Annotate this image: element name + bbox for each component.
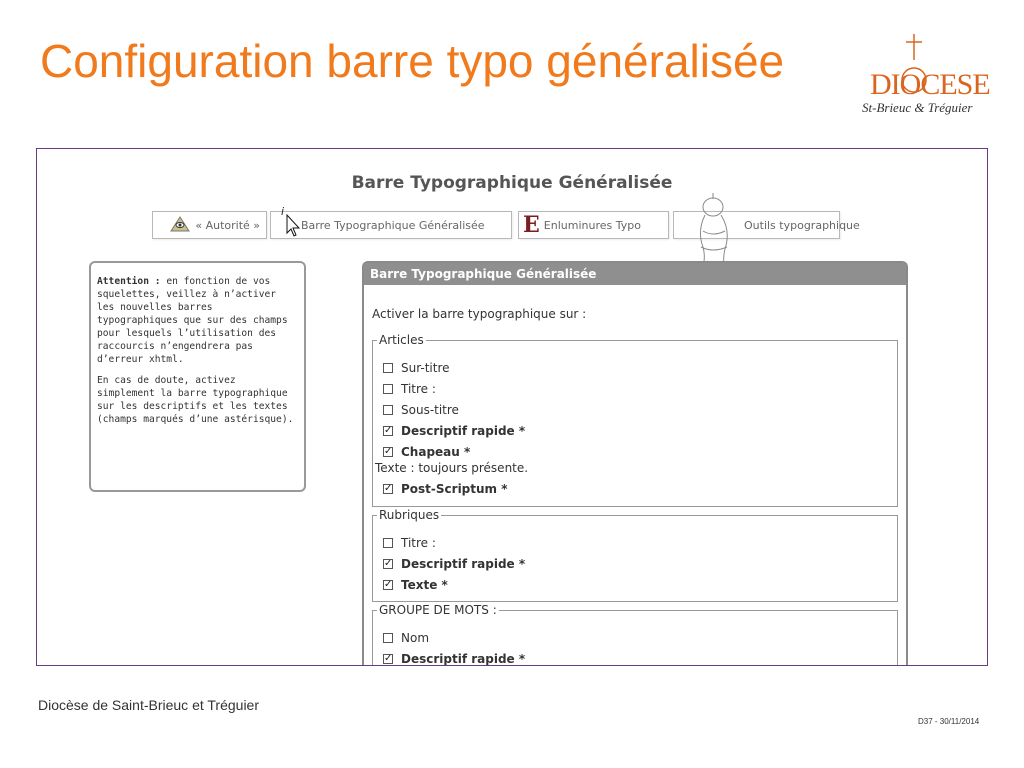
fieldset-legend: GROUPE DE MOTS : xyxy=(379,603,497,617)
note-paragraph: Attention : en fonction de vos squelette… xyxy=(97,275,296,366)
note-paragraph: En cas de doute, activez simplement la b… xyxy=(97,375,294,425)
checkbox-checked[interactable]: ✓ xyxy=(383,654,393,664)
panel-header: Barre Typographique Généralisée xyxy=(364,263,906,285)
note-text: en fonction de vos squelettes, veillez à… xyxy=(97,276,288,365)
checkbox-checked[interactable]: ✓ xyxy=(383,580,393,590)
checkbox-articles-post-scriptum[interactable]: ✓ Post-Scriptum * xyxy=(383,482,508,496)
checkbox-rubriques-descriptif[interactable]: ✓ Descriptif rapide * xyxy=(383,557,525,571)
tab-barre-typo[interactable]: Barre Typographique Généralisée xyxy=(270,211,512,239)
tab-label: Barre Typographique Généralisée xyxy=(301,218,485,232)
checkbox-groupe-nom[interactable]: Nom xyxy=(383,631,429,645)
svg-text:i: i xyxy=(281,205,284,218)
fieldset-rubriques: Rubriques Titre : ✓ Descriptif rapide * ✓… xyxy=(372,508,898,602)
checkbox-articles-descriptif[interactable]: ✓ Descriptif rapide * xyxy=(383,424,525,438)
logo-text: DIOCESE xyxy=(870,68,991,101)
checkbox-articles-titre[interactable]: Titre : xyxy=(383,382,436,396)
screenshot-frame: Barre Typographique Généralisée « Autori… xyxy=(36,148,988,666)
fieldset-groupe-de-mots: GROUPE DE MOTS : Nom ✓ Descriptif rapide … xyxy=(372,603,898,665)
checkbox-checked[interactable]: ✓ xyxy=(383,559,393,569)
footer-diocese: Diocèse de Saint-Brieuc et Tréguier xyxy=(38,697,259,713)
diocese-logo: DIOCESE St-Brieuc & Tréguier xyxy=(862,30,1012,126)
fieldset-legend: Articles xyxy=(379,333,424,347)
fieldset-articles: Articles Sur-titre Titre : Sous-titre ✓ D… xyxy=(372,333,898,507)
logo-subtext: St-Brieuc & Tréguier xyxy=(862,100,973,115)
eye-pyramid-icon xyxy=(169,215,191,236)
slide-title: Configuration barre typo généralisée xyxy=(40,35,785,87)
page-heading: Barre Typographique Généralisée xyxy=(351,173,673,193)
illuminated-e-icon: E xyxy=(523,212,540,238)
mouse-cursor-icon: i xyxy=(281,205,301,237)
tab-enluminures[interactable]: E Enluminures Typo xyxy=(518,211,669,239)
checkbox-rubriques-texte[interactable]: ✓ Texte * xyxy=(383,578,448,592)
checkbox-checked[interactable]: ✓ xyxy=(383,426,393,436)
tab-label: Outils typographique xyxy=(744,218,860,232)
checkbox-articles-sous-titre[interactable]: Sous-titre xyxy=(383,403,459,417)
checkbox[interactable] xyxy=(383,633,393,643)
checkbox-checked[interactable]: ✓ xyxy=(383,484,393,494)
fieldset-legend: Rubriques xyxy=(379,508,440,522)
tab-label: « Autorité » xyxy=(195,218,260,232)
checkbox-rubriques-titre[interactable]: Titre : xyxy=(383,536,436,550)
checkbox-articles-sur-titre[interactable]: Sur-titre xyxy=(383,361,450,375)
checkbox[interactable] xyxy=(383,405,393,415)
warning-note: Attention : en fonction de vos squelette… xyxy=(89,261,306,492)
checkbox[interactable] xyxy=(383,363,393,373)
settings-panel: Barre Typographique Généralisée Activer … xyxy=(362,261,908,665)
checkbox-articles-chapeau[interactable]: ✓ Chapeau * xyxy=(383,445,470,459)
texte-note: Texte : toujours présente. xyxy=(375,461,529,475)
note-attention-label: Attention : xyxy=(97,276,161,287)
checkbox[interactable] xyxy=(383,384,393,394)
checkbox-checked[interactable]: ✓ xyxy=(383,447,393,457)
tab-label: Enluminures Typo xyxy=(543,218,641,232)
checkbox-groupe-descriptif[interactable]: ✓ Descriptif rapide * xyxy=(383,652,525,665)
footer-slide-id: D37 - 30/11/2014 xyxy=(918,717,980,726)
checkbox[interactable] xyxy=(383,538,393,548)
panel-intro: Activer la barre typographique sur : xyxy=(372,307,587,321)
tab-autorite[interactable]: « Autorité » xyxy=(152,211,267,239)
